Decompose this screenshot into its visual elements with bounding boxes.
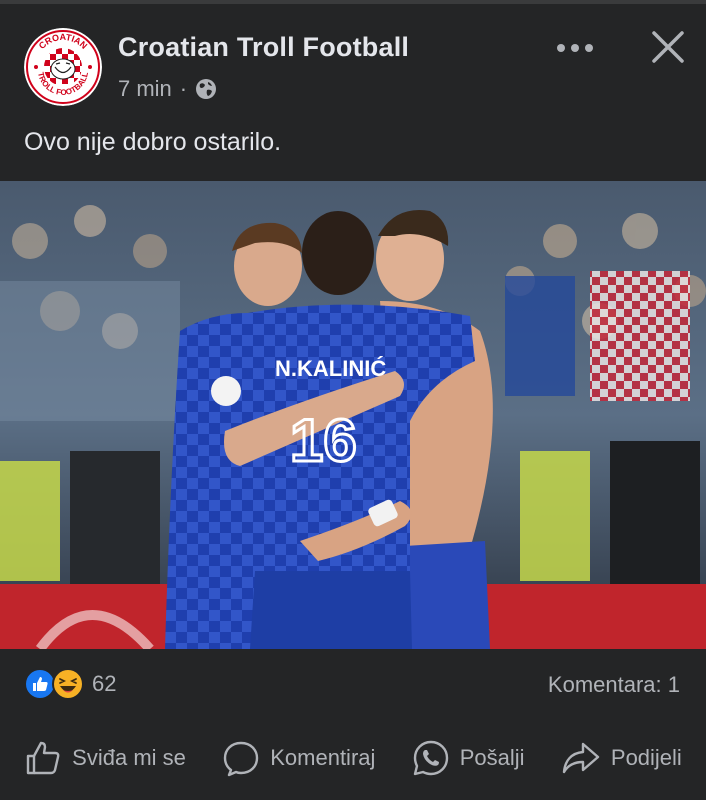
more-dots-icon [557,44,593,52]
close-icon [652,31,684,63]
post-meta: 7 min · [118,76,217,102]
send-whatsapp-button[interactable]: Pošalji [412,739,525,777]
thumbs-up-icon [26,741,60,775]
post-actions-bar: Sviđa mi se Komentiraj Pošalji Podijeli [0,730,706,786]
post-header: CROATIAN TROLL FOOTBALL Croatian Troll F… [0,4,706,106]
croatian-troll-logo: CROATIAN TROLL FOOTBALL [24,28,102,106]
more-options-button[interactable] [550,28,600,68]
post-photo[interactable]: N.KALINIĆ 16 [0,181,706,649]
globe-icon [195,78,217,100]
share-button[interactable]: Podijeli [561,739,682,777]
like-label: Sviđa mi se [72,745,186,770]
haha-icon [52,668,84,700]
comment-label: Komentiraj [270,745,376,770]
avatar[interactable]: CROATIAN TROLL FOOTBALL [24,28,102,106]
post-text: Ovo nije dobro ostarilo. [24,128,282,156]
share-label: Podijeli [610,745,682,770]
comments-count[interactable]: Komentara: 1 [548,672,680,698]
reactions-summary[interactable]: 62 [24,668,116,700]
close-button[interactable] [644,24,692,70]
like-button[interactable]: Sviđa mi se [24,739,186,777]
post-time[interactable]: 7 min [118,76,172,102]
reaction-count: 62 [92,671,117,696]
meta-separator: · [179,76,188,101]
share-arrow-icon [562,742,600,774]
comment-button[interactable]: Komentiraj [222,739,375,777]
comment-bubble-icon [224,741,259,777]
page-name[interactable]: Croatian Troll Football [118,32,409,63]
send-label: Pošalji [459,745,525,770]
jersey-name-text: N.KALINIĆ [275,356,386,381]
jersey-number-text: 16 [290,407,357,474]
whatsapp-icon [413,740,448,776]
football-players-photo: N.KALINIĆ 16 [0,181,706,649]
